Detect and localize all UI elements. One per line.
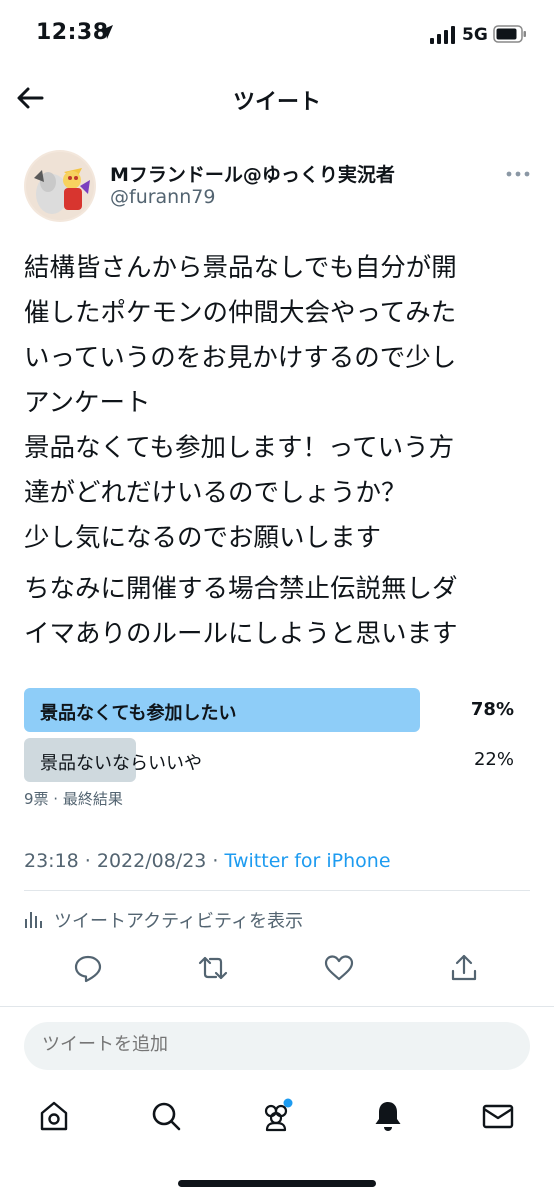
- network-type: 5G: [462, 25, 488, 45]
- notifications-icon[interactable]: [370, 1098, 406, 1134]
- poll-option-label: 景品なくても参加したい: [40, 703, 237, 724]
- poll-option: 景品なくても参加したい 78%: [24, 688, 530, 732]
- author-name[interactable]: Mフランドール@ゆっくり実況者: [110, 160, 395, 187]
- home-icon[interactable]: [36, 1098, 72, 1134]
- retweet-icon[interactable]: [197, 952, 229, 984]
- reply-icon[interactable]: [72, 952, 104, 984]
- tweet-activity-label: ツイートアクティビティを表示: [54, 911, 303, 932]
- more-options-icon[interactable]: [506, 168, 530, 180]
- messages-icon[interactable]: [480, 1098, 516, 1134]
- notification-dot: [283, 1098, 293, 1108]
- poll: 景品なくても参加したい 78% 景品ないならいいや 22% 9票 · 最終結果: [24, 688, 530, 809]
- poll-option-percent: 22%: [473, 749, 514, 770]
- timestamp-text[interactable]: 23:18 · 2022/08/23 ·: [24, 850, 225, 872]
- home-indicator: [178, 1180, 376, 1187]
- poll-option: 景品ないならいいや 22%: [24, 738, 530, 782]
- avatar[interactable]: [24, 150, 96, 222]
- status-bar: 12:38 5G: [0, 0, 554, 70]
- share-icon[interactable]: [448, 952, 480, 984]
- poll-option-percent: 78%: [470, 699, 514, 720]
- analytics-icon: [25, 912, 42, 928]
- divider: [0, 1006, 554, 1007]
- location-arrow-icon: [99, 25, 113, 39]
- tweet-author: Mフランドール@ゆっくり実況者 @furann79: [0, 146, 554, 226]
- tweet-text: 結構皆さんから景品なしでも自分が開 催したポケモンの仲間大会やってみた いってい…: [24, 246, 534, 657]
- tab-bar: [0, 1090, 554, 1150]
- avatar-image: [24, 150, 96, 222]
- search-icon[interactable]: [148, 1098, 184, 1134]
- like-icon[interactable]: [323, 952, 355, 984]
- poll-option-label: 景品ないならいいや: [40, 753, 202, 774]
- communities-icon[interactable]: [258, 1098, 294, 1134]
- tweet-actions: [0, 950, 554, 990]
- tweet-source-link[interactable]: Twitter for iPhone: [225, 850, 391, 872]
- poll-meta: 9票 · 最終結果: [24, 790, 123, 808]
- author-handle[interactable]: @furann79: [110, 186, 215, 208]
- tweet-timestamp: 23:18 · 2022/08/23 · Twitter for iPhone: [24, 850, 391, 872]
- header: ツイート: [0, 70, 554, 126]
- battery-icon: [493, 25, 526, 43]
- divider: [24, 890, 530, 891]
- reply-box[interactable]: [24, 1022, 530, 1070]
- page-title: ツイート: [232, 90, 321, 115]
- tweet-paragraph: ちなみに開催する場合禁止伝説無しダ イマありのルールにしようと思います: [24, 574, 458, 649]
- tweet-paragraph: 結構皆さんから景品なしでも自分が開 催したポケモンの仲間大会やってみた いってい…: [24, 253, 457, 553]
- signal-icon: [430, 26, 455, 44]
- reply-input[interactable]: [42, 1034, 502, 1055]
